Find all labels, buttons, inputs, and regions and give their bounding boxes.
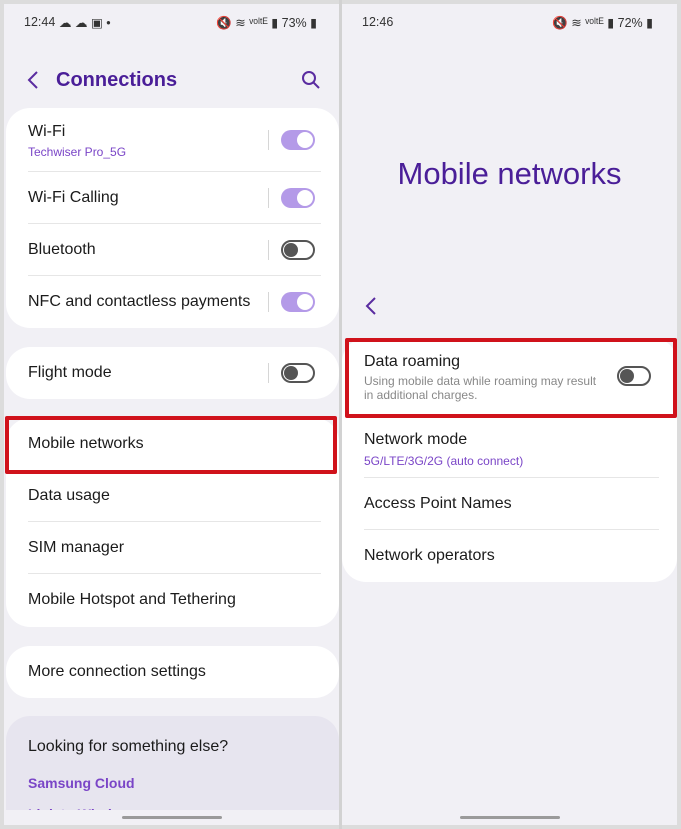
flight-mode-card: Flight mode: [6, 347, 339, 399]
nfc-label: NFC and contactless payments: [28, 293, 251, 310]
connections-screen: 12:44 ☁ ☁ ▣ • 🔇 ≋ ᵛᵒˡᵗᴱ ▮ 73% ▮ Connecti…: [4, 4, 339, 825]
status-bar: 12:44 ☁ ☁ ▣ • 🔇 ≋ ᵛᵒˡᵗᴱ ▮ 73% ▮: [4, 4, 339, 40]
nfc-toggle[interactable]: [281, 292, 315, 312]
status-icons: 🔇 ≋ ᵛᵒˡᵗᴱ ▮ 72% ▮: [552, 16, 653, 30]
search-icon[interactable]: [301, 70, 321, 90]
wifi-calling-row[interactable]: Wi-Fi Calling: [6, 172, 339, 224]
wifi-row[interactable]: Wi-Fi Techwiser Pro_5G: [6, 108, 339, 172]
network-mode-row[interactable]: Network mode 5G/LTE/3G/2G (auto connect): [342, 416, 677, 478]
divider: [268, 188, 269, 208]
wifi-label: Wi-Fi: [28, 123, 66, 140]
more-settings-label: More connection settings: [28, 663, 206, 680]
hotspot-label: Mobile Hotspot and Tethering: [28, 591, 236, 608]
bluetooth-row[interactable]: Bluetooth: [6, 224, 339, 276]
status-time: 12:46: [362, 15, 394, 29]
highlight-box: [5, 416, 337, 474]
page-title: Mobile networks: [397, 156, 622, 191]
wifi-network: Techwiser Pro_5G: [28, 145, 127, 159]
flight-mode-label: Flight mode: [28, 364, 112, 381]
wifi-toggle[interactable]: [281, 130, 315, 150]
status-icons: 🔇 ≋ ᵛᵒˡᵗᴱ ▮ 73% ▮: [216, 16, 317, 30]
divider: [268, 363, 269, 383]
notification-icons: ☁ ☁ ▣ •: [59, 16, 111, 30]
home-indicator[interactable]: [122, 816, 222, 819]
wifi-calling-toggle[interactable]: [281, 188, 315, 208]
divider: [268, 240, 269, 260]
status-bar: 12:46 🔇 ≋ ᵛᵒˡᵗᴱ ▮ 72% ▮: [342, 4, 677, 40]
wifi-calling-label: Wi-Fi Calling: [28, 189, 119, 206]
home-indicator[interactable]: [460, 816, 560, 819]
more-settings-row[interactable]: More connection settings: [6, 646, 339, 698]
flight-mode-toggle[interactable]: [281, 363, 315, 383]
data-usage-row[interactable]: Data usage: [6, 470, 339, 522]
sim-manager-label: SIM manager: [28, 539, 125, 556]
apn-label: Access Point Names: [364, 495, 512, 512]
bluetooth-label: Bluetooth: [28, 241, 96, 258]
mobile-networks-screen: 12:46 🔇 ≋ ᵛᵒˡᵗᴱ ▮ 72% ▮ Mobile networks …: [342, 4, 677, 825]
more-settings-card: More connection settings: [6, 646, 339, 698]
hotspot-row[interactable]: Mobile Hotspot and Tethering: [6, 574, 339, 626]
divider: [268, 130, 269, 150]
network-mode-value: 5G/LTE/3G/2G (auto connect): [364, 454, 524, 468]
bluetooth-toggle[interactable]: [281, 240, 315, 260]
sim-manager-row[interactable]: SIM manager: [6, 522, 339, 574]
samsung-cloud-link[interactable]: Samsung Cloud: [28, 775, 135, 791]
nfc-row[interactable]: NFC and contactless payments: [6, 276, 339, 328]
wireless-card: Wi-Fi Techwiser Pro_5G Wi-Fi Calling Blu…: [6, 108, 339, 328]
highlight-box: [345, 338, 677, 418]
suggestions-card: Looking for something else? Samsung Clou…: [6, 716, 339, 825]
flight-mode-row[interactable]: Flight mode: [6, 347, 339, 399]
apn-row[interactable]: Access Point Names: [342, 478, 677, 530]
status-time: 12:44: [24, 15, 56, 29]
suggestions-heading: Looking for something else?: [28, 738, 229, 755]
back-arrow-icon[interactable]: [364, 296, 378, 316]
app-bar: Connections: [4, 60, 339, 104]
network-mode-label: Network mode: [364, 431, 468, 448]
network-operators-label: Network operators: [364, 547, 495, 564]
divider: [268, 292, 269, 312]
page-title: Connections: [56, 69, 178, 91]
data-usage-label: Data usage: [28, 487, 110, 504]
back-arrow-icon[interactable]: [26, 70, 40, 90]
network-operators-row[interactable]: Network operators: [342, 530, 677, 582]
